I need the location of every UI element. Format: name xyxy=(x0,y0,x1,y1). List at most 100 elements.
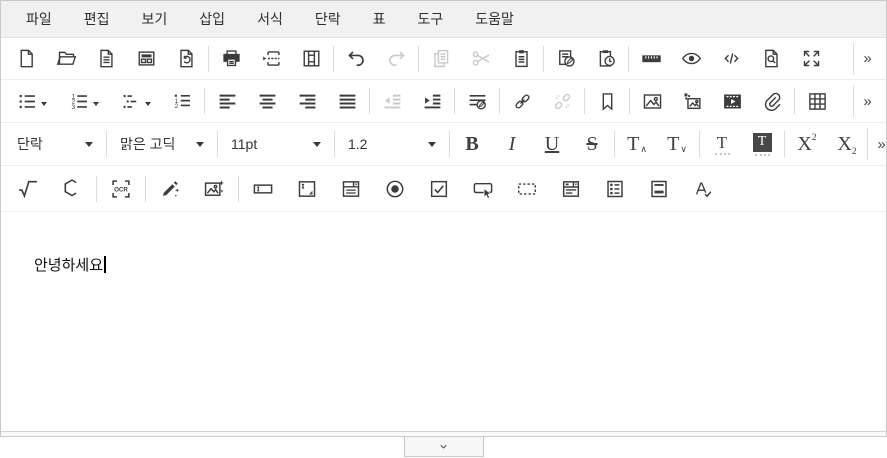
insert-image-button[interactable] xyxy=(632,83,672,119)
preview-button[interactable] xyxy=(671,41,711,77)
toolbar-row1-overflow-button[interactable]: » xyxy=(854,50,881,67)
background-color-button[interactable]: T xyxy=(742,126,782,162)
paste-formatted-button[interactable] xyxy=(546,41,586,77)
multilevel-list-button[interactable] xyxy=(110,83,162,119)
bullet-list-button[interactable] xyxy=(6,83,58,119)
bookmark-button[interactable] xyxy=(587,83,627,119)
new-document-button[interactable] xyxy=(6,41,46,77)
toolbar-separator xyxy=(584,88,585,114)
italic-button[interactable]: I xyxy=(492,126,532,162)
script-digit: 2 xyxy=(852,147,857,157)
subscript-button[interactable]: X2 xyxy=(827,126,867,162)
form-block-button[interactable] xyxy=(637,171,681,207)
toolbar-overflow: » xyxy=(853,80,881,122)
menu-file[interactable]: 파일 xyxy=(10,1,68,37)
source-code-button[interactable] xyxy=(711,41,751,77)
toolbar-separator xyxy=(106,131,107,157)
undo-button[interactable] xyxy=(336,41,376,77)
align-justify-button[interactable] xyxy=(327,83,367,119)
page-setup-button[interactable] xyxy=(291,41,331,77)
redo-button[interactable] xyxy=(376,41,416,77)
menu-insert[interactable]: 삽입 xyxy=(183,1,241,37)
underline-button[interactable]: U xyxy=(532,126,572,162)
combo-box-button[interactable] xyxy=(549,171,593,207)
find-replace-button[interactable] xyxy=(751,41,791,77)
math-formula-button[interactable] xyxy=(6,171,50,207)
select-field-icon xyxy=(340,178,362,200)
radio-button-icon xyxy=(384,178,406,200)
align-justify-icon xyxy=(337,91,358,112)
button-element-button[interactable] xyxy=(461,171,505,207)
ocr-button[interactable]: OCR xyxy=(99,171,143,207)
checklist-form-icon xyxy=(604,178,626,200)
checklist-button[interactable] xyxy=(593,171,637,207)
menu-tools[interactable]: 도구 xyxy=(401,1,459,37)
toolbar-row3-overflow-button[interactable]: » xyxy=(868,136,887,153)
list-numbering-button[interactable]: 12 xyxy=(162,83,202,119)
ai-image-button[interactable] xyxy=(192,171,236,207)
fieldset-button[interactable] xyxy=(505,171,549,207)
ai-edit-button[interactable] xyxy=(148,171,192,207)
fullscreen-button[interactable] xyxy=(791,41,831,77)
toolbar-separator xyxy=(369,88,370,114)
chemical-formula-button[interactable] xyxy=(50,171,94,207)
menu-table[interactable]: 표 xyxy=(357,1,402,37)
line-height-select[interactable]: 1.2 xyxy=(337,123,447,165)
editor-expand-button[interactable] xyxy=(404,436,484,457)
ruler-button[interactable] xyxy=(631,41,671,77)
textarea-field-button[interactable] xyxy=(285,171,329,207)
italic-icon: I xyxy=(509,134,516,154)
spellcheck-button[interactable] xyxy=(681,171,725,207)
paste-button[interactable] xyxy=(501,41,541,77)
input-field-button[interactable] xyxy=(241,171,285,207)
outdent-button[interactable] xyxy=(372,83,412,119)
insert-media-button[interactable] xyxy=(712,83,752,119)
font-family-select[interactable]: 맑은 고딕 xyxy=(109,123,215,165)
menu-paragraph[interactable]: 단락 xyxy=(299,1,357,37)
toolbar-separator xyxy=(238,176,239,202)
template-button[interactable] xyxy=(126,41,166,77)
cut-button[interactable] xyxy=(461,41,501,77)
input-field-icon xyxy=(252,178,274,200)
insert-table-button[interactable] xyxy=(797,83,837,119)
copy-button[interactable] xyxy=(421,41,461,77)
menu-view[interactable]: 보기 xyxy=(126,1,184,37)
menu-edit[interactable]: 편집 xyxy=(68,1,126,37)
bold-button[interactable]: B xyxy=(452,126,492,162)
menu-help[interactable]: 도움말 xyxy=(459,1,530,37)
align-center-button[interactable] xyxy=(247,83,287,119)
remove-link-button[interactable] xyxy=(542,83,582,119)
print-button[interactable] xyxy=(211,41,251,77)
page-break-button[interactable] xyxy=(251,41,291,77)
radio-button-button[interactable] xyxy=(373,171,417,207)
editor-content[interactable]: 안녕하세요 xyxy=(1,212,886,431)
indent-button[interactable] xyxy=(412,83,452,119)
font-size-select[interactable]: 11pt xyxy=(220,123,332,165)
insert-link-button[interactable] xyxy=(502,83,542,119)
select-box-button[interactable] xyxy=(329,171,373,207)
font-size-up-button[interactable]: T∧ xyxy=(617,126,657,162)
paste-timer-button[interactable] xyxy=(586,41,626,77)
superscript-icon: X xyxy=(797,134,811,154)
numbered-list-button[interactable]: 123 xyxy=(58,83,110,119)
format-edit-button[interactable] xyxy=(457,83,497,119)
font-size-down-button[interactable]: T∨ xyxy=(657,126,697,162)
dropdown-caret-icon xyxy=(85,142,93,147)
toolbar-row3: 단락맑은 고딕11pt1.2BIUST∧T∨TTX2X2» xyxy=(1,123,886,166)
checkbox-button[interactable] xyxy=(417,171,461,207)
strikethrough-button[interactable]: S xyxy=(572,126,612,162)
align-left-button[interactable] xyxy=(207,83,247,119)
size-arrow-icon: ∨ xyxy=(680,144,687,155)
image-effect-button[interactable] xyxy=(672,83,712,119)
paragraph-style-select[interactable]: 단락 xyxy=(6,123,104,165)
superscript-button[interactable]: X2 xyxy=(787,126,827,162)
save-document-button[interactable] xyxy=(86,41,126,77)
open-file-button[interactable] xyxy=(46,41,86,77)
font-size-value: 11pt xyxy=(231,136,257,152)
revision-history-button[interactable] xyxy=(166,41,206,77)
align-right-button[interactable] xyxy=(287,83,327,119)
attach-file-button[interactable] xyxy=(752,83,792,119)
toolbar-row2-overflow-button[interactable]: » xyxy=(854,93,881,110)
menu-format[interactable]: 서식 xyxy=(241,1,299,37)
text-color-button[interactable]: T xyxy=(702,126,742,162)
